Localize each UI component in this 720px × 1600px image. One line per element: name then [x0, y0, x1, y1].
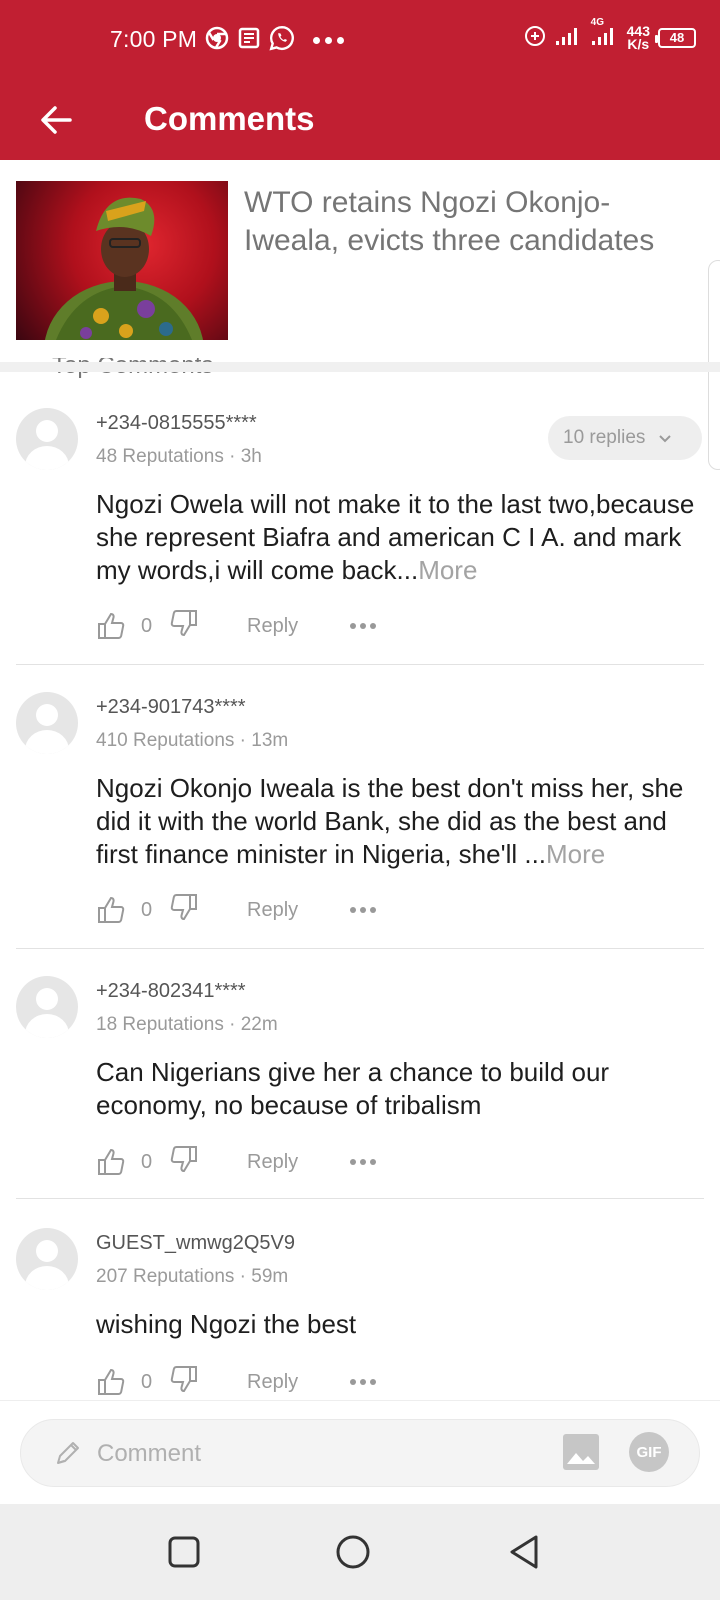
reply-button[interactable]: Reply — [247, 615, 298, 638]
pencil-icon — [57, 1442, 79, 1464]
network-speed: 443 K/s — [626, 22, 650, 52]
comments-list[interactable]: +234-0815555**** 48 Reputations · 3h 10 … — [0, 372, 720, 1400]
comment-placeholder: Comment — [97, 1440, 202, 1467]
dislike-button[interactable] — [169, 1144, 199, 1180]
comment-input[interactable]: Comment GIF — [20, 1419, 700, 1487]
image-icon — [567, 1453, 595, 1464]
comment-text: wishing Ngozi the best — [96, 1309, 357, 1339]
article-title[interactable]: WTO retains Ngozi Okonjo-Iweala, evicts … — [244, 184, 684, 260]
replies-button[interactable]: 10 replies — [548, 416, 702, 460]
avatar[interactable] — [16, 692, 78, 754]
comment-actions: 0 Reply — [96, 608, 377, 644]
more-dots-icon — [313, 37, 344, 44]
article-header[interactable]: WTO retains Ngozi Okonjo-Iweala, evicts … — [0, 160, 720, 470]
signal-icon — [555, 25, 583, 50]
comment-text: Ngozi Owela will not make it to the last… — [96, 489, 695, 585]
more-link[interactable]: More — [418, 555, 477, 585]
comment-username[interactable]: +234-802341**** — [96, 980, 246, 1003]
thumbs-down-icon — [170, 1146, 197, 1173]
comment-composer: Comment GIF — [0, 1400, 720, 1504]
reply-button[interactable]: Reply — [247, 899, 298, 922]
thumbs-down-icon — [170, 1366, 197, 1393]
comment-separator — [16, 948, 704, 949]
comment-separator — [16, 664, 704, 665]
more-options-icon[interactable] — [350, 1379, 377, 1385]
more-options-icon[interactable] — [350, 1159, 377, 1165]
system-nav-bar — [0, 1504, 720, 1600]
status-bar: 7:00 PM 4G 443 K/s 48 — [0, 0, 720, 80]
data-saver-icon — [523, 24, 547, 51]
arrow-left-icon — [41, 106, 72, 134]
comment-text: Can Nigerians give her a chance to build… — [96, 1057, 610, 1120]
comment-meta: 48 Reputations · 3h — [96, 446, 262, 467]
section-divider — [0, 362, 720, 372]
battery-icon: 48 — [655, 27, 696, 48]
recent-apps-icon[interactable] — [164, 1532, 204, 1572]
image-upload-button[interactable] — [563, 1434, 599, 1470]
thumbs-down-icon — [170, 894, 197, 921]
dislike-button[interactable] — [169, 608, 199, 644]
comment-username[interactable]: +234-0815555**** — [96, 412, 257, 435]
dislike-button[interactable] — [169, 1364, 199, 1400]
like-button[interactable] — [96, 1147, 126, 1177]
comment-actions: 0 Reply — [96, 1364, 377, 1400]
comment-meta: 207 Reputations · 59m — [96, 1266, 289, 1287]
gif-button[interactable]: GIF — [629, 1432, 669, 1472]
like-count: 0 — [141, 614, 153, 637]
network-type: 4G — [590, 17, 604, 28]
thumbs-down-icon — [170, 610, 197, 637]
comment-meta: 18 Reputations · 22m — [96, 1014, 278, 1035]
battery-level: 48 — [669, 30, 685, 45]
comment-meta: 410 Reputations · 13m — [96, 730, 289, 751]
avatar[interactable] — [16, 976, 78, 1038]
thumbs-up-icon — [98, 896, 125, 923]
comment-username[interactable]: +234-901743**** — [96, 696, 246, 719]
notification-icons — [205, 25, 344, 56]
comment-username[interactable]: GUEST_wmwg2Q5V9 — [96, 1232, 295, 1255]
like-count: 0 — [141, 1150, 153, 1173]
signal-4g-icon: 4G — [591, 17, 619, 50]
whatsapp-icon — [269, 25, 295, 56]
home-icon[interactable] — [333, 1532, 373, 1572]
reply-button[interactable]: Reply — [247, 1151, 298, 1174]
status-time: 7:00 PM — [110, 26, 198, 52]
app-bar: Comments — [0, 80, 720, 160]
chevron-down-icon — [659, 435, 672, 443]
comment-text: Ngozi Okonjo Iweala is the best don't mi… — [96, 773, 684, 869]
more-options-icon[interactable] — [350, 623, 377, 629]
thumbs-up-icon — [98, 1368, 125, 1395]
avatar[interactable] — [16, 1228, 78, 1290]
article-thumbnail[interactable] — [16, 181, 228, 340]
like-button[interactable] — [96, 1367, 126, 1397]
comment-actions: 0 Reply — [96, 892, 377, 928]
status-right: 4G 443 K/s 48 — [523, 17, 696, 52]
back-button[interactable] — [36, 100, 76, 140]
like-count: 0 — [141, 1370, 153, 1393]
comment-separator — [16, 1198, 704, 1199]
page-title: Comments — [144, 100, 315, 137]
chrome-icon — [205, 26, 229, 55]
avatar[interactable] — [16, 408, 78, 470]
thumbs-up-icon — [98, 1148, 125, 1175]
reply-button[interactable]: Reply — [247, 1371, 298, 1394]
dislike-button[interactable] — [169, 892, 199, 928]
back-nav-icon[interactable] — [504, 1532, 544, 1572]
like-button[interactable] — [96, 611, 126, 641]
comment-actions: 0 Reply — [96, 1144, 377, 1180]
more-link[interactable]: More — [546, 839, 605, 869]
like-count: 0 — [141, 898, 153, 921]
more-options-icon[interactable] — [350, 907, 377, 913]
like-button[interactable] — [96, 895, 126, 925]
thumbs-up-icon — [98, 612, 125, 639]
news-icon — [237, 26, 261, 55]
